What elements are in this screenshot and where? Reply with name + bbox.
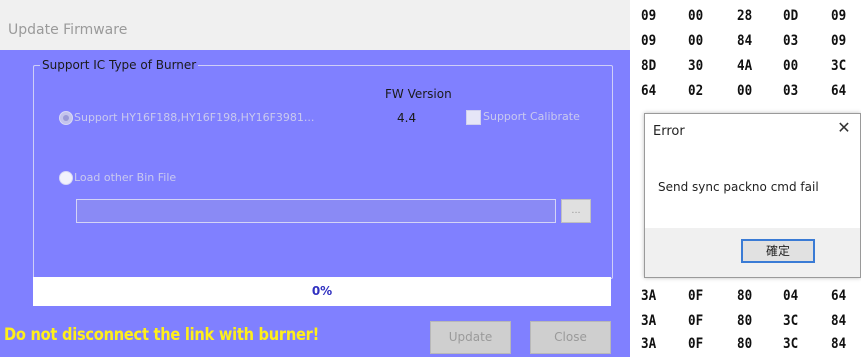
group-title: Support IC Type of Burner [40,58,199,72]
support-ic-label: Support HY16F188,HY16F198,HY16F3981... [74,111,315,124]
hex-cell: 3A [641,313,657,329]
hex-cell: 0D [783,8,799,24]
hex-row: 8D 30 4A 00 3C [630,58,861,76]
hex-cell: 8D [641,58,657,74]
load-bin-radio[interactable] [59,171,73,185]
hex-cell: 3C [783,336,799,352]
hex-cell: 84 [737,33,753,49]
hex-cell: 64 [641,83,657,99]
hex-cell: 02 [688,83,704,99]
progress-bar: 0% [33,277,611,306]
hex-cell: 80 [737,336,753,352]
hex-row: 3A 0F 80 04 64 [630,288,861,306]
hex-cell: 09 [641,33,657,49]
hex-cell: 28 [737,8,753,24]
browse-button[interactable]: ... [561,199,591,223]
hex-row: 09 00 84 03 09 [630,33,861,51]
dialog-footer: 確定 [645,228,860,277]
hex-row: 3A 0F 80 3C 84 [630,313,861,331]
hex-cell: 0F [688,336,704,352]
close-icon[interactable]: ✕ [834,119,854,139]
hex-cell: 3A [641,336,657,352]
hex-cell: 64 [831,83,847,99]
hex-cell: 0F [688,288,704,304]
hex-cell: 4A [737,58,753,74]
hex-cell: 64 [831,288,847,304]
hex-cell: 3A [641,288,657,304]
hex-cell: 04 [783,288,799,304]
dialog-title: Error [653,124,685,139]
hex-cell: 80 [737,288,753,304]
hex-row: 3A 0F 80 3C 84 [630,336,861,354]
support-calibrate-label: Support Calibrate [483,110,580,123]
hex-cell: 3C [783,313,799,329]
support-ic-radio[interactable] [59,111,73,125]
hex-cell: 09 [831,8,847,24]
hex-row: 09 00 28 0D 09 [630,8,861,26]
hex-cell: 00 [737,83,753,99]
hex-cell: 00 [783,58,799,74]
ok-button[interactable]: 確定 [741,239,815,263]
hex-row: 64 02 00 03 64 [630,83,861,101]
hex-cell: 84 [831,313,847,329]
hex-cell: 03 [783,33,799,49]
ic-type-group: Support IC Type of Burner FW Version 4.4… [33,58,613,279]
hex-cell: 09 [641,8,657,24]
fw-version-value: 4.4 [397,111,417,125]
close-button[interactable]: Close [530,321,611,354]
support-calibrate-checkbox[interactable] [466,110,481,125]
hex-cell: 3C [831,58,847,74]
dialog-message: Send sync packno cmd fail [658,180,819,194]
hex-cell: 00 [688,33,704,49]
error-dialog: Error ✕ Send sync packno cmd fail 確定 [644,113,861,278]
progress-text: 0% [311,284,333,298]
load-bin-label: Load other Bin File [74,171,177,184]
hex-cell: 00 [688,8,704,24]
hex-cell: 09 [831,33,847,49]
bin-file-path-input[interactable] [76,199,556,223]
hex-cell: 30 [688,58,704,74]
update-firmware-window: Update Firmware Support IC Type of Burne… [0,0,630,357]
hex-cell: 84 [831,336,847,352]
window-title: Update Firmware [8,22,128,38]
update-button[interactable]: Update [430,321,511,354]
hex-cell: 0F [688,313,704,329]
main-panel: Support IC Type of Burner FW Version 4.4… [0,50,630,357]
hex-cell: 03 [783,83,799,99]
fw-version-label: FW Version [385,87,452,101]
hex-cell: 80 [737,313,753,329]
warning-text: Do not disconnect the link with burner! [4,325,320,345]
